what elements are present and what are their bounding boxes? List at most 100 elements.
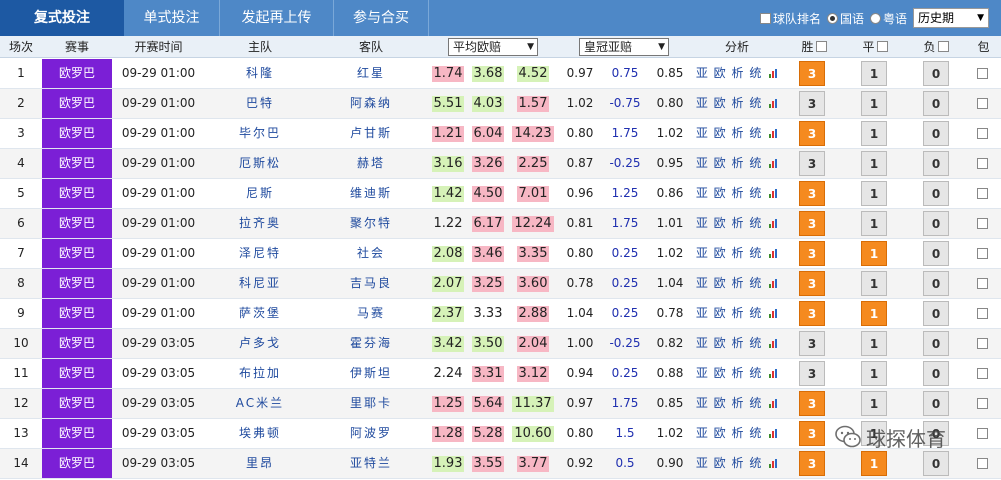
bar-chart-icon[interactable]: [769, 219, 779, 228]
pick-lose-button[interactable]: 0: [923, 271, 949, 296]
pack-checkbox[interactable]: [977, 68, 988, 79]
pick-win-button[interactable]: 3: [799, 211, 825, 236]
away-team[interactable]: 里耶卡: [315, 389, 427, 418]
pack-checkbox[interactable]: [977, 218, 988, 229]
header-lose[interactable]: 负: [906, 36, 966, 58]
home-team[interactable]: 泽尼特: [205, 239, 315, 268]
asia-link[interactable]: 亚: [696, 426, 709, 440]
league-badge[interactable]: 欧罗巴: [42, 149, 112, 178]
league-badge[interactable]: 欧罗巴: [42, 59, 112, 88]
home-team[interactable]: 里昂: [205, 449, 315, 478]
pick-draw-button[interactable]: 1: [861, 331, 887, 356]
analysis-link[interactable]: 析: [732, 126, 745, 140]
euro-link[interactable]: 欧: [714, 426, 727, 440]
bar-chart-icon[interactable]: [769, 429, 779, 438]
asia-link[interactable]: 亚: [696, 456, 709, 470]
league-badge[interactable]: 欧罗巴: [42, 299, 112, 328]
stats-link[interactable]: 统: [749, 96, 762, 110]
home-team[interactable]: 厄斯松: [205, 149, 315, 178]
euro-link[interactable]: 欧: [714, 366, 727, 380]
pick-win-button[interactable]: 3: [799, 181, 825, 206]
asia-link[interactable]: 亚: [696, 396, 709, 410]
pack-checkbox[interactable]: [977, 278, 988, 289]
stats-link[interactable]: 统: [749, 126, 762, 140]
pack-checkbox[interactable]: [977, 188, 988, 199]
select-all-lose-checkbox[interactable]: [937, 41, 949, 52]
stats-link[interactable]: 统: [749, 396, 762, 410]
pick-draw-button[interactable]: 1: [861, 451, 887, 476]
pick-lose-button[interactable]: 0: [923, 331, 949, 356]
bar-chart-icon[interactable]: [769, 369, 779, 378]
league-badge[interactable]: 欧罗巴: [42, 389, 112, 418]
league-badge[interactable]: 欧罗巴: [42, 359, 112, 388]
analysis-link[interactable]: 析: [732, 66, 745, 80]
pick-draw-button[interactable]: 1: [861, 271, 887, 296]
pick-lose-button[interactable]: 0: [923, 121, 949, 146]
pick-draw-button[interactable]: 1: [861, 91, 887, 116]
away-team[interactable]: 霍芬海: [315, 329, 427, 358]
away-team[interactable]: 亚特兰: [315, 449, 427, 478]
asia-link[interactable]: 亚: [696, 366, 709, 380]
lang-cantonese-radio[interactable]: [869, 12, 881, 24]
home-team[interactable]: AC米兰: [205, 389, 315, 418]
league-badge[interactable]: 欧罗巴: [42, 449, 112, 478]
pick-lose-button[interactable]: 0: [923, 151, 949, 176]
pack-checkbox[interactable]: [977, 158, 988, 169]
stats-link[interactable]: 统: [749, 216, 762, 230]
home-team[interactable]: 卢多戈: [205, 329, 315, 358]
league-badge[interactable]: 欧罗巴: [42, 269, 112, 298]
pack-checkbox[interactable]: [977, 398, 988, 409]
bar-chart-icon[interactable]: [769, 459, 779, 468]
euro-link[interactable]: 欧: [714, 216, 727, 230]
league-badge[interactable]: 欧罗巴: [42, 329, 112, 358]
asia-link[interactable]: 亚: [696, 216, 709, 230]
away-team[interactable]: 维迪斯: [315, 179, 427, 208]
league-badge[interactable]: 欧罗巴: [42, 209, 112, 238]
history-select[interactable]: 历史期 ▼: [913, 8, 989, 28]
pick-draw-button[interactable]: 1: [861, 241, 887, 266]
stats-link[interactable]: 统: [749, 246, 762, 260]
league-badge[interactable]: 欧罗巴: [42, 119, 112, 148]
pack-checkbox[interactable]: [977, 458, 988, 469]
asia-link[interactable]: 亚: [696, 126, 709, 140]
league-badge[interactable]: 欧罗巴: [42, 179, 112, 208]
pick-draw-button[interactable]: 1: [861, 181, 887, 206]
pack-checkbox[interactable]: [977, 248, 988, 259]
away-team[interactable]: 红星: [315, 59, 427, 88]
home-team[interactable]: 萨茨堡: [205, 299, 315, 328]
header-draw[interactable]: 平: [844, 36, 906, 58]
pack-checkbox[interactable]: [977, 338, 988, 349]
league-badge[interactable]: 欧罗巴: [42, 89, 112, 118]
pick-lose-button[interactable]: 0: [923, 61, 949, 86]
away-team[interactable]: 聚尔特: [315, 209, 427, 238]
home-team[interactable]: 布拉加: [205, 359, 315, 388]
pick-lose-button[interactable]: 0: [923, 301, 949, 326]
pick-draw-button[interactable]: 1: [861, 151, 887, 176]
pick-draw-button[interactable]: 1: [861, 121, 887, 146]
pick-draw-button[interactable]: 1: [861, 61, 887, 86]
pick-win-button[interactable]: 3: [799, 331, 825, 356]
euro-link[interactable]: 欧: [714, 396, 727, 410]
analysis-link[interactable]: 析: [732, 186, 745, 200]
analysis-link[interactable]: 析: [732, 366, 745, 380]
euro-link[interactable]: 欧: [714, 126, 727, 140]
analysis-link[interactable]: 析: [732, 306, 745, 320]
home-team[interactable]: 毕尔巴: [205, 119, 315, 148]
asian-odds-select[interactable]: 皇冠亚赔 ▼: [579, 38, 669, 56]
home-team[interactable]: 科隆: [205, 59, 315, 88]
away-team[interactable]: 伊斯坦: [315, 359, 427, 388]
euro-link[interactable]: 欧: [714, 156, 727, 170]
analysis-link[interactable]: 析: [732, 456, 745, 470]
pick-lose-button[interactable]: 0: [923, 451, 949, 476]
home-team[interactable]: 尼斯: [205, 179, 315, 208]
asia-link[interactable]: 亚: [696, 66, 709, 80]
tab-join-group-buy[interactable]: 参与合买: [334, 0, 428, 36]
pick-win-button[interactable]: 3: [799, 61, 825, 86]
lang-mandarin-option[interactable]: 国语: [826, 10, 864, 27]
pick-win-button[interactable]: 3: [799, 151, 825, 176]
analysis-link[interactable]: 析: [732, 96, 745, 110]
stats-link[interactable]: 统: [749, 336, 762, 350]
lang-cantonese-option[interactable]: 粤语: [869, 10, 907, 27]
bar-chart-icon[interactable]: [769, 129, 779, 138]
euro-link[interactable]: 欧: [714, 246, 727, 260]
